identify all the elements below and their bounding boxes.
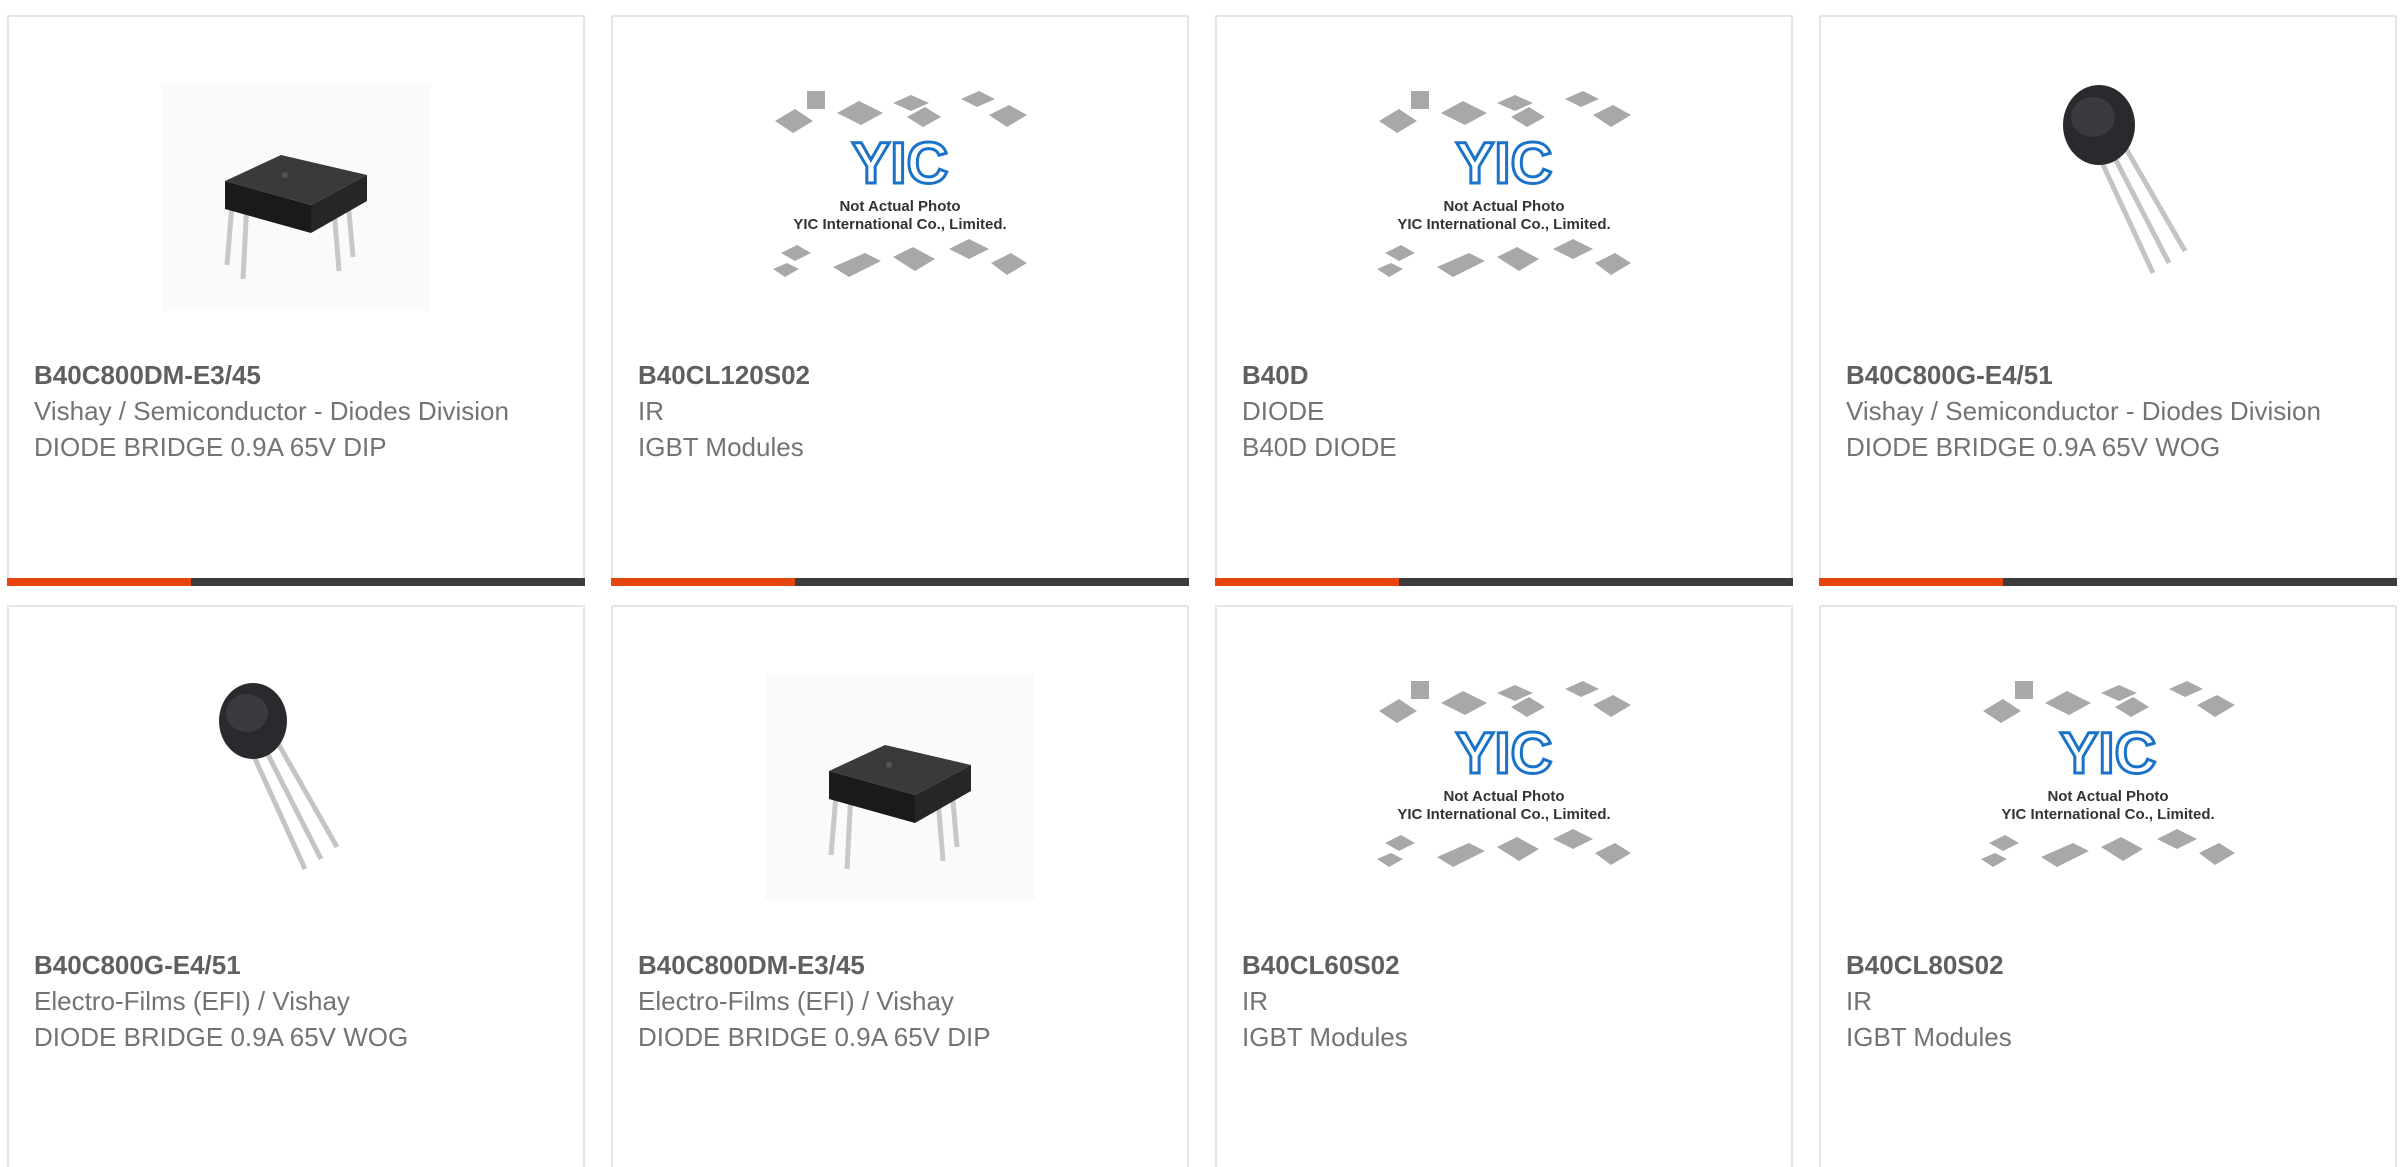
placeholder-image-icon: YIC Not Actual Photo YIC International C…	[1377, 681, 1631, 867]
product-card[interactable]: YIC Not Actual Photo YIC International C…	[1215, 15, 1793, 586]
part-number[interactable]: B40C800DM-E3/45	[34, 357, 558, 393]
placeholder-image-icon: YIC Not Actual Photo YIC International C…	[773, 91, 1027, 277]
manufacturer: IR	[1846, 986, 1872, 1016]
product-card[interactable]: B40C800DM-E3/45 Electro-Films (EFI) / Vi…	[611, 605, 1189, 1167]
description: DIODE BRIDGE 0.9A 65V WOG	[34, 1022, 409, 1052]
manufacturer: Vishay / Semiconductor - Diodes Division	[34, 396, 509, 426]
product-image-wog-bridge[interactable]	[161, 673, 431, 901]
dip-bridge-icon	[765, 673, 1035, 901]
card-bottom-bar	[1819, 578, 2397, 586]
product-info: B40CL120S02 IR IGBT Modules	[638, 357, 1162, 465]
manufacturer: IR	[1242, 986, 1268, 1016]
wog-bridge-icon	[161, 673, 431, 901]
placeholder-image-icon: YIC Not Actual Photo YIC International C…	[1981, 681, 2235, 867]
card-bottom-bar	[611, 578, 1189, 586]
description: DIODE BRIDGE 0.9A 65V DIP	[638, 1022, 991, 1052]
part-number[interactable]: B40CL60S02	[1242, 947, 1766, 983]
svg-text:YIC: YIC	[1456, 721, 1553, 786]
svg-text:YIC International Co., Limited: YIC International Co., Limited.	[1397, 216, 1610, 233]
product-grid: B40C800DM-E3/45 Vishay / Semiconductor -…	[0, 0, 2400, 1167]
product-info: B40C800DM-E3/45 Electro-Films (EFI) / Vi…	[638, 947, 1162, 1055]
svg-text:Not Actual Photo: Not Actual Photo	[1443, 788, 1564, 805]
product-card[interactable]: B40C800G-E4/51 Vishay / Semiconductor - …	[1819, 15, 2397, 586]
card-accent-bar	[1215, 578, 1399, 586]
part-number[interactable]: B40C800G-E4/51	[1846, 357, 2370, 393]
product-image-placeholder[interactable]: YIC Not Actual Photo YIC International C…	[1369, 83, 1639, 311]
svg-text:YIC: YIC	[852, 131, 949, 196]
description: IGBT Modules	[1242, 1022, 1408, 1052]
card-bottom-bar	[1215, 578, 1793, 586]
description: B40D DIODE	[1242, 432, 1397, 462]
svg-text:YIC: YIC	[2060, 721, 2157, 786]
manufacturer: DIODE	[1242, 396, 1325, 426]
svg-text:YIC International Co., Limited: YIC International Co., Limited.	[2001, 806, 2214, 823]
product-info: B40C800G-E4/51 Vishay / Semiconductor - …	[1846, 357, 2370, 465]
product-info: B40C800G-E4/51 Electro-Films (EFI) / Vis…	[34, 947, 558, 1055]
description: IGBT Modules	[638, 432, 804, 462]
card-accent-bar	[7, 578, 191, 586]
svg-text:Not Actual Photo: Not Actual Photo	[839, 198, 960, 215]
card-bottom-bar	[7, 578, 585, 586]
product-image-dip-bridge[interactable]	[765, 673, 1035, 901]
svg-text:YIC: YIC	[1456, 131, 1553, 196]
part-number[interactable]: B40C800DM-E3/45	[638, 947, 1162, 983]
product-card[interactable]: B40C800G-E4/51 Electro-Films (EFI) / Vis…	[7, 605, 585, 1167]
dip-bridge-icon	[161, 83, 431, 311]
card-accent-bar	[611, 578, 795, 586]
product-card[interactable]: YIC Not Actual Photo YIC International C…	[611, 15, 1189, 586]
product-info: B40CL80S02 IR IGBT Modules	[1846, 947, 2370, 1055]
product-image-placeholder[interactable]: YIC Not Actual Photo YIC International C…	[1369, 673, 1639, 901]
part-number[interactable]: B40D	[1242, 357, 1766, 393]
product-image-wog-bridge[interactable]	[1973, 83, 2243, 311]
product-image-placeholder[interactable]: YIC Not Actual Photo YIC International C…	[1973, 673, 2243, 901]
product-info: B40D DIODE B40D DIODE	[1242, 357, 1766, 465]
product-image-placeholder[interactable]: YIC Not Actual Photo YIC International C…	[765, 83, 1035, 311]
manufacturer: IR	[638, 396, 664, 426]
product-card[interactable]: B40C800DM-E3/45 Vishay / Semiconductor -…	[7, 15, 585, 586]
part-number[interactable]: B40C800G-E4/51	[34, 947, 558, 983]
placeholder-image-icon: YIC Not Actual Photo YIC International C…	[1377, 91, 1631, 277]
manufacturer: Electro-Films (EFI) / Vishay	[34, 986, 350, 1016]
product-info: B40C800DM-E3/45 Vishay / Semiconductor -…	[34, 357, 558, 465]
product-card[interactable]: YIC Not Actual Photo YIC International C…	[1819, 605, 2397, 1167]
wog-bridge-icon	[1973, 83, 2243, 311]
svg-text:YIC International Co., Limited: YIC International Co., Limited.	[1397, 806, 1610, 823]
svg-text:Not Actual Photo: Not Actual Photo	[1443, 198, 1564, 215]
product-card[interactable]: YIC Not Actual Photo YIC International C…	[1215, 605, 1793, 1167]
manufacturer: Vishay / Semiconductor - Diodes Division	[1846, 396, 2321, 426]
card-accent-bar	[1819, 578, 2003, 586]
description: DIODE BRIDGE 0.9A 65V DIP	[34, 432, 387, 462]
product-image-dip-bridge[interactable]	[161, 83, 431, 311]
svg-text:Not Actual Photo: Not Actual Photo	[2047, 788, 2168, 805]
part-number[interactable]: B40CL120S02	[638, 357, 1162, 393]
product-info: B40CL60S02 IR IGBT Modules	[1242, 947, 1766, 1055]
part-number[interactable]: B40CL80S02	[1846, 947, 2370, 983]
description: DIODE BRIDGE 0.9A 65V WOG	[1846, 432, 2221, 462]
description: IGBT Modules	[1846, 1022, 2012, 1052]
manufacturer: Electro-Films (EFI) / Vishay	[638, 986, 954, 1016]
svg-text:YIC International Co., Limited: YIC International Co., Limited.	[793, 216, 1006, 233]
